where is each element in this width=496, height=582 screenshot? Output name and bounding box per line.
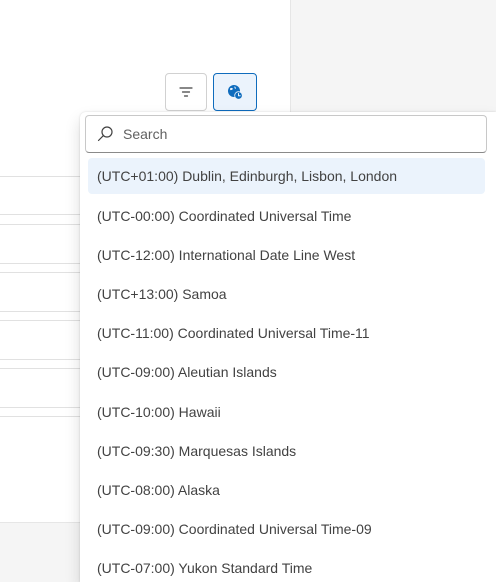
table-row-divider bbox=[0, 407, 90, 408]
timezone-option[interactable]: (UTC-08:00) Alaska bbox=[88, 470, 485, 509]
timezone-option[interactable]: (UTC-09:00) Aleutian Islands bbox=[88, 353, 485, 392]
table-row-divider bbox=[0, 224, 90, 225]
table-row-divider bbox=[0, 311, 90, 312]
timezone-option[interactable]: (UTC-10:00) Hawaii bbox=[88, 392, 485, 431]
globe-clock-icon bbox=[226, 83, 244, 101]
table-row-divider bbox=[0, 272, 90, 273]
timezone-button[interactable] bbox=[213, 73, 257, 111]
timezone-option[interactable]: (UTC-09:30) Marquesas Islands bbox=[88, 431, 485, 470]
timezone-list: (UTC+01:00) Dublin, Edinburgh, Lisbon, L… bbox=[80, 157, 496, 582]
table-row-divider bbox=[0, 416, 90, 417]
table-row-divider bbox=[0, 263, 90, 264]
table-row-divider bbox=[0, 214, 90, 215]
table-row-divider bbox=[0, 359, 90, 360]
timezone-option[interactable]: (UTC-07:00) Yukon Standard Time bbox=[88, 549, 485, 582]
timezone-option[interactable]: (UTC-09:00) Coordinated Universal Time-0… bbox=[88, 510, 485, 549]
search-box[interactable] bbox=[85, 115, 487, 153]
timezone-option[interactable]: (UTC-12:00) International Date Line West bbox=[88, 235, 485, 274]
table-row-divider bbox=[0, 176, 90, 177]
table-row-divider bbox=[0, 320, 90, 321]
timezone-option[interactable]: (UTC+13:00) Samoa bbox=[88, 274, 485, 313]
filter-button[interactable] bbox=[165, 73, 207, 111]
timezone-option-selected[interactable]: (UTC+01:00) Dublin, Edinburgh, Lisbon, L… bbox=[88, 158, 485, 194]
table-row-divider bbox=[0, 368, 90, 369]
search-icon bbox=[96, 125, 114, 143]
timezone-option[interactable]: (UTC-00:00) Coordinated Universal Time bbox=[88, 196, 485, 235]
timezone-option[interactable]: (UTC-11:00) Coordinated Universal Time-1… bbox=[88, 314, 485, 353]
search-input[interactable] bbox=[123, 126, 486, 142]
filter-icon bbox=[178, 84, 194, 100]
timezone-dropdown: (UTC+01:00) Dublin, Edinburgh, Lisbon, L… bbox=[80, 112, 496, 582]
